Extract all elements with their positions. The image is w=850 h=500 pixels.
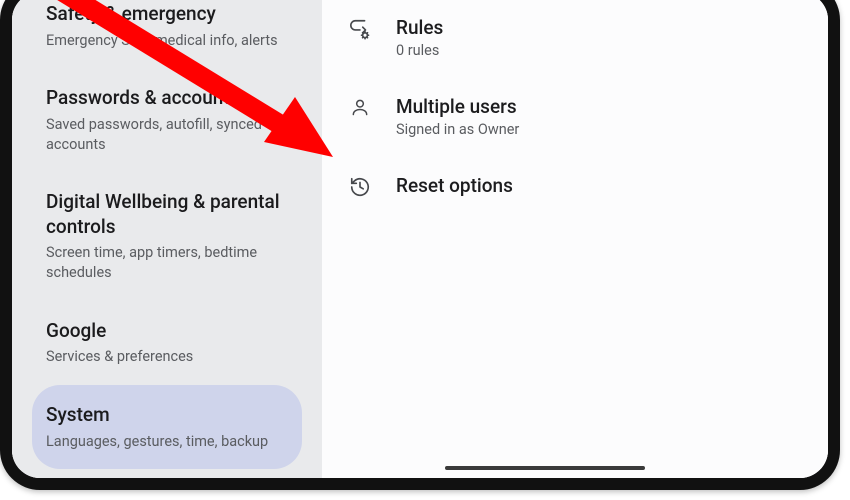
row-multiple-users[interactable]: Multiple users Signed in as Owner: [332, 79, 808, 158]
nav-handle[interactable]: [445, 466, 645, 470]
row-sub: Signed in as Owner: [396, 121, 519, 138]
tablet-frame: Safety & emergency Emergency SOS, medica…: [0, 0, 840, 490]
sidebar-item-safety[interactable]: Safety & emergency Emergency SOS, medica…: [32, 0, 302, 68]
sidebar-item-label: Safety & emergency: [46, 2, 288, 27]
sidebar-item-sub: Screen time, app timers, bedtime schedul…: [46, 243, 288, 282]
sidebar-item-sub: Languages, gestures, time, backup: [46, 432, 288, 452]
history-icon: [348, 174, 372, 198]
sidebar-item-google[interactable]: Google Services & preferences: [32, 301, 302, 385]
row-sub: 0 rules: [396, 42, 443, 59]
system-settings-panel: Rules 0 rules Multiple users Signed in a…: [322, 0, 828, 478]
sidebar-item-label: Google: [46, 319, 288, 344]
row-rules[interactable]: Rules 0 rules: [332, 0, 808, 79]
row-title: Reset options: [396, 174, 513, 197]
sidebar-item-label: Passwords & accounts: [46, 86, 288, 111]
sidebar-item-sub: Saved passwords, autofill, synced accoun…: [46, 115, 288, 154]
sidebar-item-sub: Services & preferences: [46, 347, 288, 367]
rules-icon: [348, 16, 372, 40]
sidebar-item-label: System: [46, 403, 288, 428]
sidebar-item-sub: Emergency SOS, medical info, alerts: [46, 31, 288, 51]
settings-screen: Safety & emergency Emergency SOS, medica…: [12, 0, 828, 478]
sidebar-item-label: Digital Wellbeing & parental controls: [46, 190, 288, 239]
row-title: Multiple users: [396, 95, 519, 118]
row-reset-options[interactable]: Reset options: [332, 158, 808, 218]
person-icon: [348, 95, 372, 117]
sidebar-item-wellbeing[interactable]: Digital Wellbeing & parental controls Sc…: [32, 172, 302, 301]
sidebar-item-passwords[interactable]: Passwords & accounts Saved passwords, au…: [32, 68, 302, 172]
sidebar-item-system[interactable]: System Languages, gestures, time, backup: [32, 385, 302, 469]
settings-sidebar: Safety & emergency Emergency SOS, medica…: [12, 0, 322, 478]
row-title: Rules: [396, 16, 443, 39]
